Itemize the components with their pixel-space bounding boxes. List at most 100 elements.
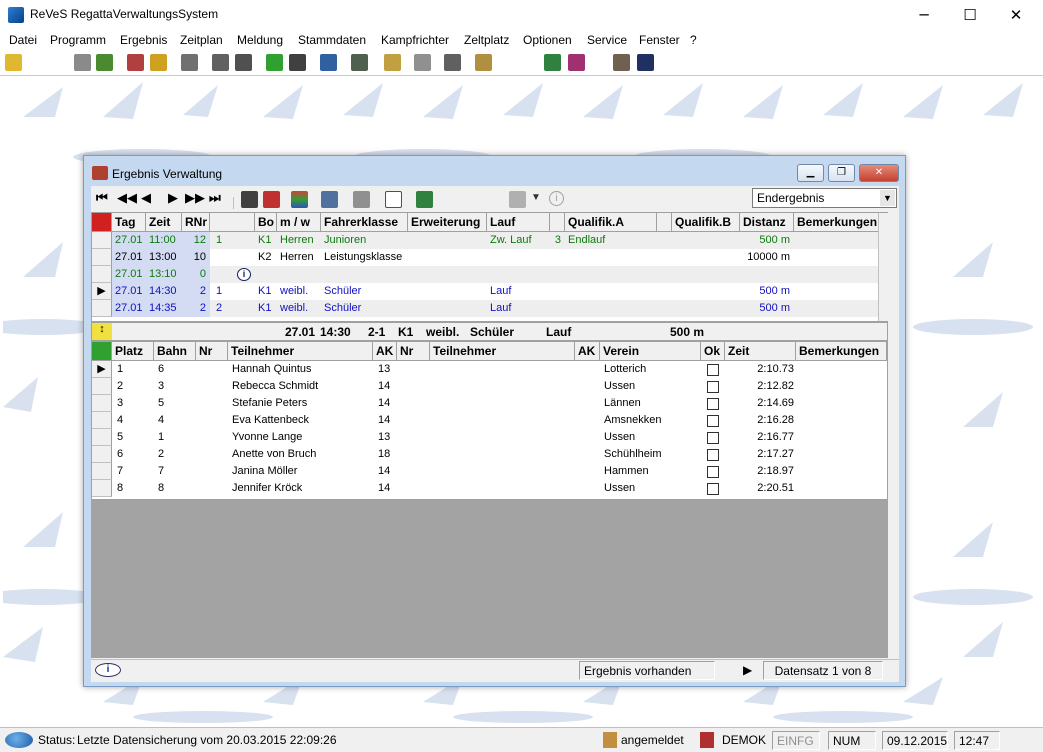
ok-checkbox[interactable]: [707, 415, 719, 427]
menu-optionen[interactable]: Optionen: [523, 33, 572, 47]
monitor-icon[interactable]: [637, 54, 654, 71]
col-ak[interactable]: AK: [373, 342, 397, 361]
col-teilnehmer[interactable]: Teilnehmer: [228, 342, 373, 361]
menu-meldung[interactable]: Meldung: [237, 33, 283, 47]
col-zeit[interactable]: Zeit: [725, 342, 796, 361]
refresh-icon[interactable]: [92, 213, 112, 232]
menu-programm[interactable]: Programm: [50, 33, 106, 47]
col-teilnehmer2[interactable]: Teilnehmer: [430, 342, 575, 361]
login-icon[interactable]: [5, 54, 22, 71]
menu-fenster[interactable]: Fenster: [639, 33, 680, 47]
col-blank[interactable]: [210, 213, 255, 232]
row-selector[interactable]: [92, 249, 112, 266]
ok-checkbox[interactable]: [707, 381, 719, 393]
col-rnr[interactable]: RNr: [182, 213, 210, 232]
col-n2[interactable]: [657, 213, 672, 232]
col-ok[interactable]: Ok: [701, 342, 725, 361]
col-n[interactable]: [550, 213, 565, 232]
menu-help[interactable]: ?: [690, 33, 697, 47]
row-selector[interactable]: [92, 480, 112, 497]
refresh-results-icon[interactable]: [92, 342, 112, 361]
info-icon[interactable]: i: [237, 268, 251, 281]
col-verein[interactable]: Verein: [600, 342, 701, 361]
camera-icon[interactable]: [444, 54, 461, 71]
ok-checkbox[interactable]: [707, 432, 719, 444]
row-selector[interactable]: [92, 300, 112, 317]
expand-icon[interactable]: ↕: [92, 323, 112, 340]
row-selector[interactable]: [92, 232, 112, 249]
child-close-button[interactable]: ✕: [859, 164, 899, 182]
menu-zeitplan[interactable]: Zeitplan: [180, 33, 223, 47]
row-selector[interactable]: [92, 429, 112, 446]
row-selector[interactable]: ▶: [92, 283, 112, 300]
next-page-button[interactable]: ▶▶: [185, 189, 205, 209]
ok-checkbox[interactable]: [707, 483, 719, 495]
ergebnis-list-icon[interactable]: [150, 54, 167, 71]
child-minimize-button[interactable]: ▁: [797, 164, 824, 182]
first-record-button[interactable]: ⏮: [96, 189, 108, 209]
minimize-button[interactable]: ─: [901, 0, 947, 30]
ok-checkbox[interactable]: [707, 364, 719, 376]
child-restore-button[interactable]: ❐: [828, 164, 855, 182]
prev-page-button[interactable]: ◀◀: [117, 189, 137, 209]
col-nr[interactable]: Nr: [196, 342, 228, 361]
row-selector[interactable]: [92, 463, 112, 480]
cut-icon[interactable]: [241, 191, 258, 208]
list-icon[interactable]: [385, 191, 402, 208]
col-bemerkungen2[interactable]: Bemerkungen: [796, 342, 887, 361]
col-distanz[interactable]: Distanz: [740, 213, 794, 232]
kampfrichter-icon[interactable]: [351, 54, 368, 71]
camera-icon[interactable]: [321, 191, 338, 208]
ergebnis-icon[interactable]: [127, 54, 144, 71]
row-selector[interactable]: [92, 395, 112, 412]
col-tag[interactable]: Tag: [112, 213, 146, 232]
col-lauf[interactable]: Lauf: [487, 213, 550, 232]
table-icon[interactable]: [212, 54, 229, 71]
note-icon[interactable]: [384, 54, 401, 71]
row-selector[interactable]: [92, 412, 112, 429]
row-selector[interactable]: [92, 446, 112, 463]
ziel-icon[interactable]: [289, 54, 306, 71]
col-bemerkungen[interactable]: Bemerkungen: [794, 213, 880, 232]
delete-icon[interactable]: [263, 191, 280, 208]
upper-grid-scrollbar[interactable]: [878, 213, 888, 321]
last-record-button[interactable]: ⏭: [209, 189, 221, 209]
color-stack-icon[interactable]: [291, 191, 308, 208]
ok-checkbox[interactable]: [707, 466, 719, 478]
dropdown-arrow-icon[interactable]: ▼: [531, 192, 541, 203]
result-type-select[interactable]: Endergebnis ▼: [752, 188, 897, 208]
menu-kampfrichter[interactable]: Kampfrichter: [381, 33, 449, 47]
col-ak2[interactable]: AK: [575, 342, 600, 361]
col-bo[interactable]: Bo: [255, 213, 277, 232]
book-icon[interactable]: [568, 54, 585, 71]
row-selector[interactable]: ▶: [92, 361, 112, 378]
menu-service[interactable]: Service: [587, 33, 627, 47]
col-mw[interactable]: m / w: [277, 213, 321, 232]
next-record-button[interactable]: ▶: [168, 189, 178, 209]
col-erweiterung[interactable]: Erweiterung: [408, 213, 487, 232]
col-qualifik-b[interactable]: Qualifik.B: [672, 213, 740, 232]
ok-checkbox[interactable]: [707, 449, 719, 461]
ok-checkbox[interactable]: [707, 398, 719, 410]
save-icon[interactable]: [235, 54, 252, 71]
col-qualifik-a[interactable]: Qualifik.A: [565, 213, 657, 232]
row-selector[interactable]: [92, 378, 112, 395]
maximize-button[interactable]: ☐: [947, 0, 993, 30]
exit-door-icon[interactable]: [544, 54, 561, 71]
start-flag-icon[interactable]: [266, 54, 283, 71]
zeitplan-icon[interactable]: [181, 54, 198, 71]
print-icon[interactable]: [74, 54, 91, 71]
row-selector[interactable]: [92, 266, 112, 283]
chevron-down-icon[interactable]: ▼: [880, 190, 895, 206]
col-bahn[interactable]: Bahn: [154, 342, 196, 361]
meldung-icon[interactable]: [96, 54, 113, 71]
col-platz[interactable]: Platz: [112, 342, 154, 361]
document-icon[interactable]: [475, 54, 492, 71]
prev-record-button[interactable]: ◀: [141, 189, 151, 209]
printer-icon[interactable]: [353, 191, 370, 208]
col-fahrerklasse[interactable]: Fahrerklasse: [321, 213, 408, 232]
printer-icon[interactable]: [414, 54, 431, 71]
info-icon[interactable]: i: [95, 663, 121, 677]
menu-datei[interactable]: Datei: [9, 33, 37, 47]
menu-stammdaten[interactable]: Stammdaten: [298, 33, 366, 47]
